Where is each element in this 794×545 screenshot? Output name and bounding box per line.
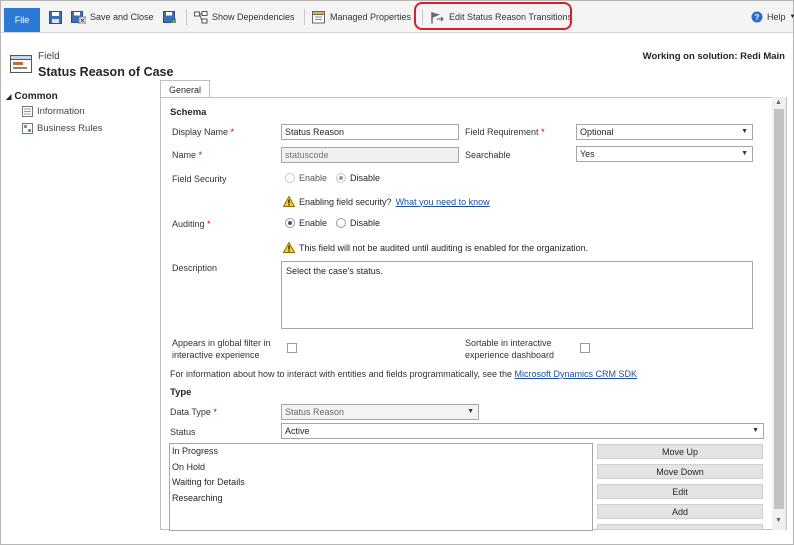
- move-down-button[interactable]: Move Down: [597, 464, 763, 479]
- sortable-checkbox[interactable]: [580, 343, 590, 353]
- list-item[interactable]: Researching: [170, 491, 592, 507]
- field-security-label: Field Security: [172, 174, 227, 184]
- dependencies-icon: [194, 10, 208, 23]
- list-item[interactable]: Waiting for Details: [170, 475, 592, 491]
- show-dependencies-button[interactable]: Show Dependencies: [194, 9, 295, 25]
- move-up-button[interactable]: Move Up: [597, 444, 763, 459]
- toolbar-separator: [304, 9, 305, 25]
- radio-button[interactable]: [336, 218, 346, 228]
- field-security-enable-option[interactable]: Enable: [285, 173, 327, 183]
- radio-button[interactable]: [336, 173, 346, 183]
- information-icon: [22, 106, 33, 117]
- data-type-label: Data Type *: [170, 407, 217, 417]
- nav-item-information[interactable]: Information: [22, 106, 85, 117]
- business-rules-icon: [22, 123, 33, 134]
- svg-text:?: ?: [755, 13, 760, 22]
- sortable-label-line2: experience dashboard: [465, 350, 555, 360]
- tab-general[interactable]: General: [160, 80, 210, 98]
- file-button[interactable]: File: [4, 8, 40, 32]
- dropdown-arrow-icon: ▼: [467, 408, 474, 415]
- edit-button[interactable]: Edit: [597, 484, 763, 499]
- name-label: Name *: [172, 150, 203, 160]
- save-icon-button[interactable]: [49, 9, 62, 25]
- schema-heading: Schema: [170, 107, 207, 118]
- managed-properties-icon: [312, 10, 325, 23]
- save-and-close-button[interactable]: Save and Close: [71, 9, 154, 25]
- name-input: statuscode: [281, 147, 459, 163]
- auditing-warning: This field will not be audited until aud…: [283, 242, 588, 253]
- publish-icon: [163, 10, 176, 23]
- auditing-label: Auditing *: [172, 219, 211, 229]
- dropdown-arrow-icon: ▼: [752, 427, 759, 434]
- field-security-warning: Enabling field security? What you need t…: [283, 196, 490, 207]
- toolbar-separator: [186, 9, 187, 25]
- dropdown-arrow-icon: ▼: [741, 150, 748, 157]
- global-filter-checkbox[interactable]: [287, 343, 297, 353]
- collapse-triangle-icon: ◢: [6, 93, 12, 101]
- dropdown-arrow-icon: ▼: [741, 128, 748, 135]
- entity-type-label: Field: [38, 51, 60, 62]
- field-requirement-label: Field Requirement *: [465, 127, 545, 137]
- partial-button[interactable]: [597, 524, 763, 530]
- global-filter-label-line1: Appears in global filter in: [172, 338, 271, 348]
- warning-icon: [283, 242, 295, 253]
- show-dependencies-label: Show Dependencies: [212, 12, 295, 22]
- save-icon: [49, 10, 62, 24]
- nav-item-label: Business Rules: [37, 123, 103, 134]
- display-name-input[interactable]: Status Reason: [281, 124, 459, 140]
- save-and-close-label: Save and Close: [90, 12, 154, 22]
- field-entity-icon: [10, 55, 32, 73]
- managed-properties-label: Managed Properties: [330, 12, 412, 22]
- managed-properties-button[interactable]: Managed Properties: [312, 9, 411, 25]
- global-filter-label-line2: interactive experience: [172, 350, 260, 360]
- type-heading: Type: [170, 387, 192, 398]
- crm-sdk-link[interactable]: Microsoft Dynamics CRM SDK: [515, 369, 638, 379]
- warning-icon: [283, 196, 295, 207]
- help-button[interactable]: ? Help ▼: [751, 9, 794, 25]
- scroll-up-icon[interactable]: ▲: [775, 99, 782, 106]
- nav-item-business-rules[interactable]: Business Rules: [22, 123, 102, 134]
- description-label: Description: [172, 263, 218, 273]
- what-you-need-to-know-link[interactable]: What you need to know: [396, 197, 490, 207]
- radio-button[interactable]: [285, 218, 295, 228]
- status-reason-options-list[interactable]: In Progress On Hold Waiting for Details …: [169, 443, 593, 531]
- description-textarea[interactable]: Select the case's status.: [281, 261, 753, 329]
- sdk-info-text: For information about how to interact wi…: [170, 369, 638, 379]
- page-title: Status Reason of Case: [38, 65, 174, 79]
- display-name-label: Display Name *: [172, 127, 235, 137]
- searchable-label: Searchable: [465, 150, 511, 160]
- highlight-annotation: [414, 2, 572, 30]
- chevron-down-icon: ▼: [789, 14, 794, 20]
- list-item[interactable]: On Hold: [170, 460, 592, 476]
- status-label: Status: [170, 427, 196, 437]
- vertical-scrollbar[interactable]: ▲ ▼: [772, 97, 786, 530]
- publish-icon-button[interactable]: [163, 9, 177, 25]
- nav-group-common[interactable]: ◢ Common: [6, 91, 58, 102]
- scroll-down-icon[interactable]: ▼: [775, 517, 782, 524]
- help-icon: ?: [751, 11, 763, 23]
- sortable-label-line1: Sortable in interactive: [465, 338, 552, 348]
- help-label: Help: [767, 12, 786, 22]
- field-requirement-select[interactable]: Optional ▼: [576, 124, 753, 140]
- auditing-disable-option[interactable]: Disable: [336, 218, 380, 228]
- status-select[interactable]: Active ▼: [281, 423, 764, 439]
- list-item[interactable]: In Progress: [170, 444, 592, 460]
- save-and-close-icon: [71, 10, 86, 24]
- command-bar: File Save and Close Show Dependencies Ma…: [1, 1, 794, 33]
- data-type-select: Status Reason ▼: [281, 404, 479, 420]
- field-security-disable-option[interactable]: Disable: [336, 173, 380, 183]
- radio-button[interactable]: [285, 173, 295, 183]
- searchable-select[interactable]: Yes ▼: [576, 146, 753, 162]
- auditing-enable-option[interactable]: Enable: [285, 218, 327, 228]
- solution-label: Working on solution: Redi Main: [642, 51, 785, 62]
- nav-group-label: Common: [14, 91, 58, 102]
- nav-item-label: Information: [37, 106, 85, 117]
- add-button[interactable]: Add: [597, 504, 763, 519]
- scrollbar-thumb[interactable]: [774, 109, 784, 509]
